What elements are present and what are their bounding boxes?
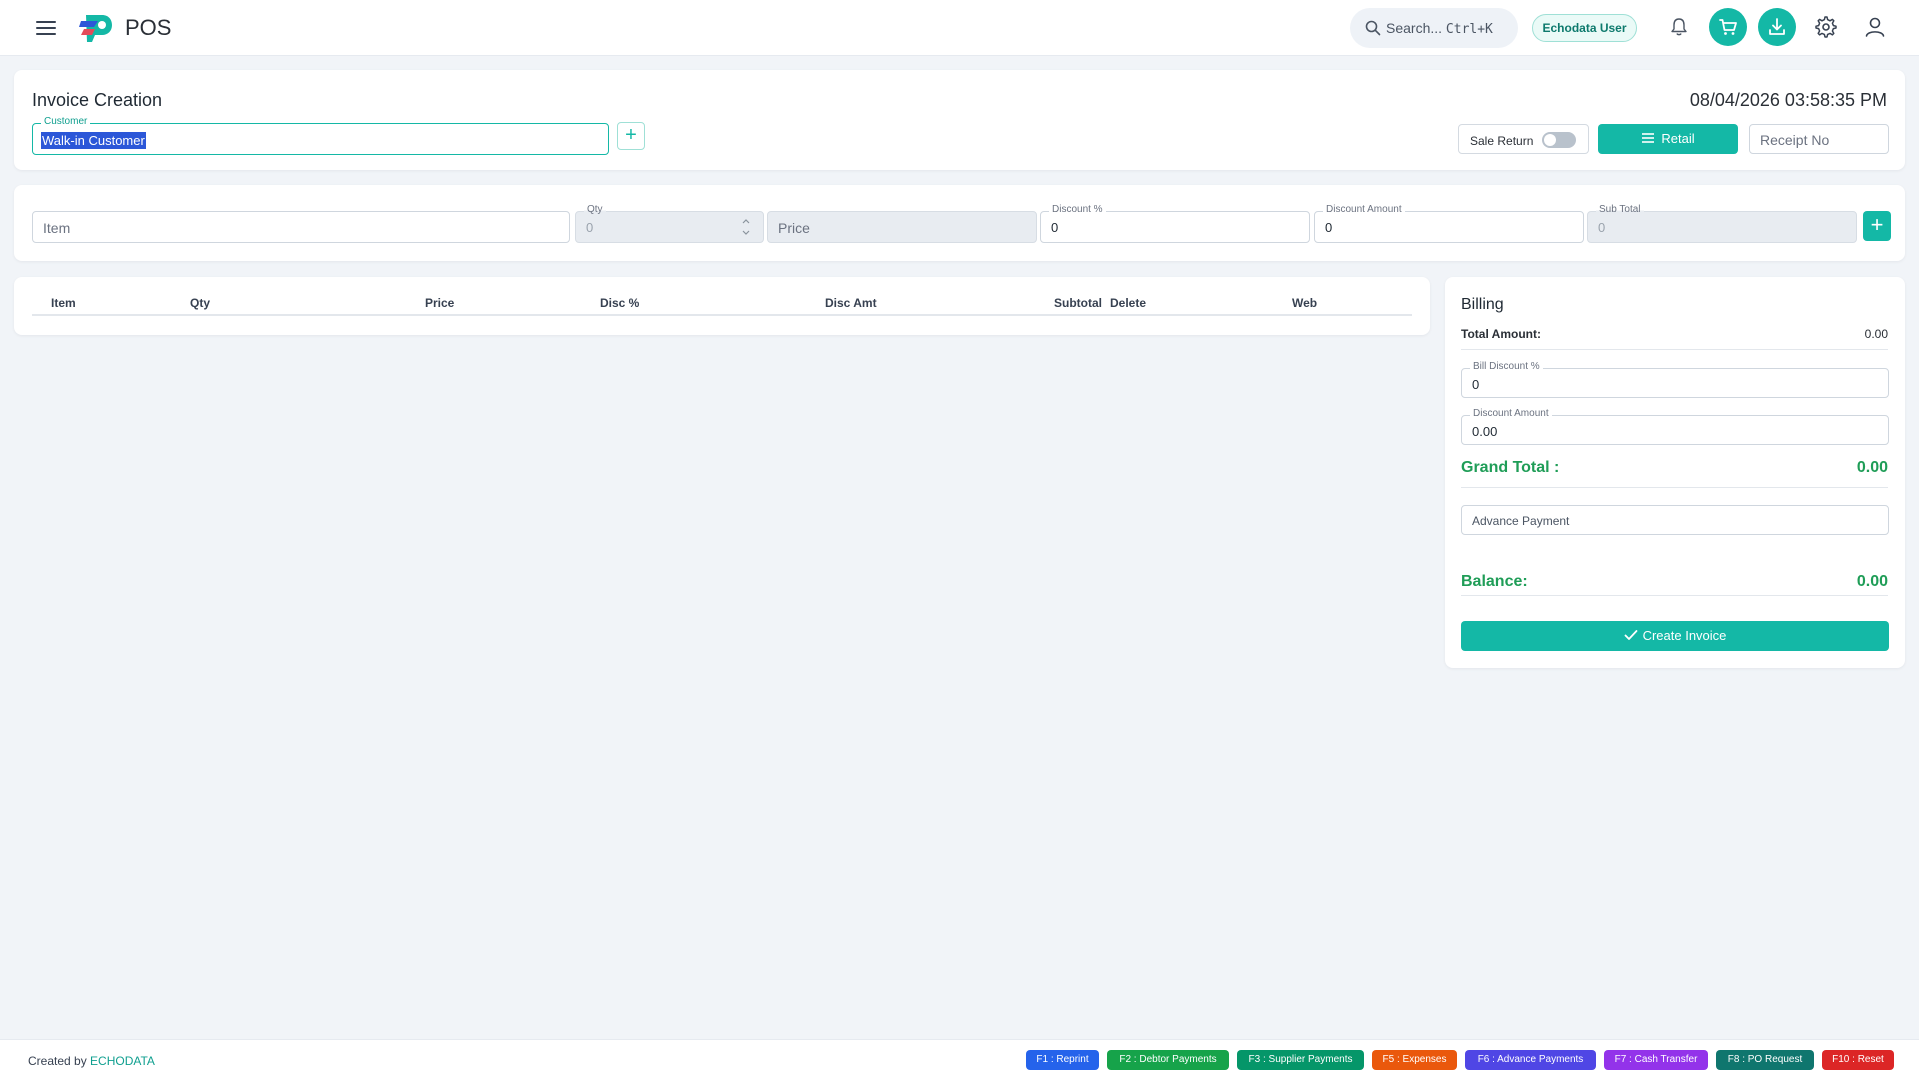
app-title: POS — [125, 15, 172, 40]
sub-total-input: Sub Total 0 — [1587, 204, 1857, 243]
add-customer-button[interactable]: + — [617, 122, 645, 150]
column-header-subtotal: Subtotal — [1054, 296, 1102, 310]
billing-title: Billing — [1461, 296, 1504, 313]
billing-card: Billing Total Amount: 0.00 Bill Discount… — [1445, 277, 1905, 668]
check-icon — [1624, 630, 1637, 640]
items-table-card: Item Qty Price Disc % Disc Amt Subtotal … — [14, 277, 1430, 335]
column-header-item: Item — [51, 296, 76, 310]
column-header-web: Web — [1292, 296, 1318, 310]
f1-reprint-button[interactable]: F1 : Reprint — [1026, 1050, 1099, 1070]
search-bar[interactable]: Search... Ctrl+K — [1350, 8, 1518, 48]
gear-icon[interactable] — [1811, 12, 1841, 42]
item-entry-card: Item Qty 0 Price Discount % 0 Discount A… — [14, 185, 1905, 261]
customer-value: Walk-in Customer — [41, 132, 146, 149]
qty-label: Qty — [584, 204, 606, 216]
f8-po-request-button[interactable]: F8 : PO Request — [1716, 1050, 1814, 1070]
user-chip[interactable]: Echodata User — [1532, 14, 1637, 42]
footer: Created by ECHODATA F1 : Reprint F2 : De… — [0, 1039, 1919, 1079]
qty-value: 0 — [586, 220, 594, 235]
plus-icon: + — [1870, 212, 1884, 237]
current-datetime: 08/04/2026 03:58:35 PM — [1689, 90, 1887, 110]
receipt-no-input[interactable]: Receipt No — [1749, 124, 1889, 154]
customer-field[interactable]: Customer Walk-in Customer — [32, 116, 609, 155]
sale-return-label: Sale Return — [1470, 134, 1534, 148]
add-item-button[interactable]: + — [1863, 211, 1891, 241]
total-amount-label: Total Amount: — [1461, 327, 1541, 341]
create-invoice-label: Create Invoice — [1642, 628, 1727, 643]
table-header: Item Qty Price Disc % Disc Amt Subtotal … — [32, 287, 1412, 315]
discount-percent-input[interactable]: Discount % 0 — [1040, 204, 1310, 243]
discount-amount-input[interactable]: Discount Amount 0 — [1314, 204, 1584, 243]
bill-discount-amount-input[interactable]: Discount Amount 0.00 — [1461, 408, 1889, 445]
sale-return-toggle[interactable]: Sale Return — [1458, 124, 1589, 154]
column-header-disc-amt: Disc Amt — [825, 296, 877, 310]
grand-total-value: 0.00 — [1856, 459, 1888, 476]
invoice-header-card: Invoice Creation 08/04/2026 03:58:35 PM … — [14, 70, 1905, 170]
list-icon — [1642, 133, 1655, 143]
column-header-qty: Qty — [190, 296, 211, 310]
f7-cash-transfer-button[interactable]: F7 : Cash Transfer — [1604, 1050, 1708, 1070]
f2-debtor-payments-button[interactable]: F2 : Debtor Payments — [1107, 1050, 1229, 1070]
cart-button[interactable] — [1709, 8, 1747, 46]
divider — [1461, 349, 1888, 350]
discount-percent-value: 0 — [1051, 220, 1059, 235]
sub-total-label: Sub Total — [1596, 204, 1644, 216]
price-placeholder: Price — [778, 220, 810, 236]
cart-icon — [1719, 19, 1737, 35]
advance-payment-placeholder: Advance Payment — [1472, 514, 1570, 528]
grand-total-label: Grand Total : — [1461, 459, 1560, 476]
column-header-delete: Delete — [1110, 296, 1147, 310]
bill-discount-value: 0 — [1472, 377, 1480, 392]
top-app-bar: POS Search... Ctrl+K Echodata User — [0, 0, 1919, 56]
retail-label: Retail — [1661, 131, 1695, 146]
download-icon — [1769, 18, 1785, 35]
advance-payment-input[interactable]: Advance Payment — [1461, 505, 1889, 535]
discount-percent-label: Discount % — [1049, 204, 1106, 216]
divider — [1461, 487, 1888, 488]
menu-icon[interactable] — [34, 17, 58, 39]
page-title: Invoice Creation — [32, 90, 163, 110]
create-invoice-button[interactable]: Create Invoice — [1461, 621, 1889, 651]
column-header-price: Price — [425, 296, 455, 310]
total-amount-value: 0.00 — [1864, 327, 1888, 341]
price-input[interactable]: Price — [767, 211, 1037, 243]
download-button[interactable] — [1758, 8, 1796, 46]
discount-amount-value: 0 — [1325, 220, 1333, 235]
receipt-no-placeholder: Receipt No — [1760, 132, 1830, 148]
retail-mode-button[interactable]: Retail — [1598, 124, 1738, 154]
item-placeholder: Item — [43, 220, 71, 236]
bill-discount-amount-label: Discount Amount — [1470, 408, 1552, 420]
search-label: Search... Ctrl+K — [1386, 20, 1493, 37]
sale-return-switch[interactable] — [1542, 132, 1576, 148]
app-logo — [79, 15, 112, 42]
customer-field-label: Customer — [41, 116, 91, 128]
balance-value: 0.00 — [1856, 573, 1888, 590]
divider — [1461, 595, 1888, 596]
plus-icon: + — [625, 124, 637, 146]
bill-discount-input[interactable]: Bill Discount % 0 — [1461, 361, 1889, 398]
sub-total-value: 0 — [1598, 220, 1606, 235]
stepper-icon[interactable] — [741, 215, 751, 239]
discount-amount-label: Discount Amount — [1323, 204, 1405, 216]
balance-label: Balance: — [1461, 573, 1528, 590]
column-header-disc-percent: Disc % — [600, 296, 640, 310]
qty-input[interactable]: Qty 0 — [575, 204, 764, 243]
f10-reset-button[interactable]: F10 : Reset — [1822, 1050, 1894, 1070]
bill-discount-amount-value: 0.00 — [1472, 424, 1498, 439]
search-shortcut: Ctrl+K — [1445, 22, 1493, 37]
f6-advance-payments-button[interactable]: F6 : Advance Payments — [1465, 1050, 1596, 1070]
empty-table-body — [32, 315, 1412, 316]
search-icon — [1365, 20, 1381, 36]
brand-link[interactable]: ECHODATA — [90, 1054, 155, 1068]
f3-supplier-payments-button[interactable]: F3 : Supplier Payments — [1237, 1050, 1364, 1070]
created-by-text: Created by ECHODATA — [28, 1054, 155, 1068]
user-icon[interactable] — [1860, 12, 1890, 42]
bell-icon[interactable] — [1664, 12, 1694, 42]
f5-expenses-button[interactable]: F5 : Expenses — [1372, 1050, 1457, 1070]
item-input[interactable]: Item — [32, 211, 570, 243]
bill-discount-label: Bill Discount % — [1470, 361, 1543, 373]
